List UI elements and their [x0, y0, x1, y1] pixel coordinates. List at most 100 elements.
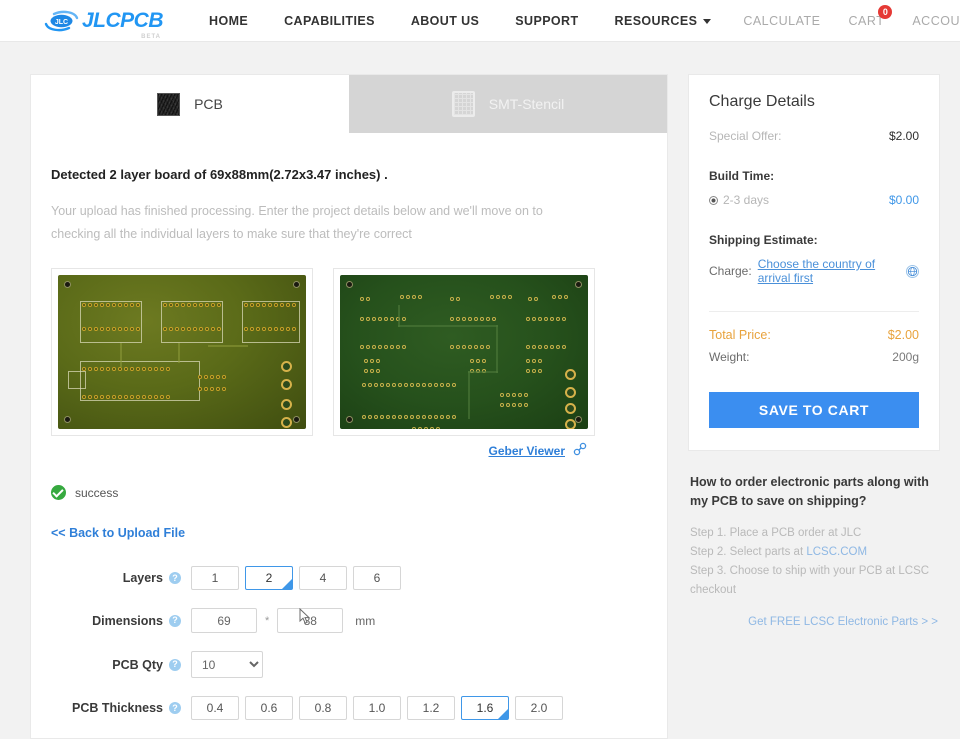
weight-label: Weight: — [709, 350, 749, 364]
pcb-preview-top[interactable] — [51, 268, 313, 436]
pcb-options-form: Layers ? 1 2 4 6 Dimensions ? — [51, 566, 639, 720]
order-type-tabs: PCB SMT-Stencil — [31, 75, 667, 133]
help-icon-layers[interactable]: ? — [169, 572, 181, 584]
help-icon-dimensions[interactable]: ? — [169, 615, 181, 627]
form-row-qty: PCB Qty ? 10 — [51, 651, 639, 678]
special-offer-row: Special Offer: $2.00 — [709, 129, 919, 143]
pcb-qty-select[interactable]: 10 — [191, 651, 263, 678]
layers-options: 1 2 4 6 — [191, 566, 401, 590]
thickness-option-1-0[interactable]: 1.0 — [353, 696, 401, 720]
promo-step-2: Step 2. Select parts at LCSC.COM — [690, 543, 938, 562]
build-time-option-label: 2-3 days — [723, 193, 769, 207]
layers-label-group: Layers ? — [51, 571, 191, 585]
promo-block: How to order electronic parts along with… — [688, 451, 940, 628]
layers-option-4[interactable]: 4 — [299, 566, 347, 590]
pcb-bottom-render — [340, 275, 588, 429]
thickness-label-group: PCB Thickness ? — [51, 701, 191, 715]
layers-option-6[interactable]: 6 — [353, 566, 401, 590]
brand-text: JLCPCB — [82, 9, 163, 33]
thickness-option-0-8[interactable]: 0.8 — [299, 696, 347, 720]
nav-item-support[interactable]: SUPPORT — [497, 14, 596, 28]
upload-description: Your upload has finished processing. Ent… — [51, 200, 561, 246]
nav-item-calculate[interactable]: CALCULATE — [729, 14, 834, 28]
radio-selected-icon — [709, 196, 718, 205]
thickness-option-2-0[interactable]: 2.0 — [515, 696, 563, 720]
layers-option-2[interactable]: 2 — [245, 566, 293, 590]
pcb-previews — [51, 268, 639, 436]
dimensions-label: Dimensions — [92, 614, 163, 628]
back-to-upload-link[interactable]: << Back to Upload File — [51, 526, 639, 540]
globe-icon[interactable] — [906, 265, 919, 278]
stencil-icon — [452, 91, 475, 117]
total-price-value: $2.00 — [888, 328, 919, 342]
lcsc-com-link[interactable]: LCSC.COM — [806, 546, 867, 558]
choose-country-link[interactable]: Choose the country of arrival first — [758, 257, 900, 285]
tab-pcb[interactable]: PCB — [31, 75, 349, 133]
dimension-width-input[interactable] — [191, 608, 257, 633]
nav-item-about-us[interactable]: ABOUT US — [393, 14, 497, 28]
total-price-label: Total Price: — [709, 328, 771, 342]
layers-option-1[interactable]: 1 — [191, 566, 239, 590]
qty-label-group: PCB Qty ? — [51, 658, 191, 672]
top-navbar: JLC JLCPCB BETA HOME CAPABILITIES ABOUT … — [0, 0, 960, 42]
thickness-options: 0.4 0.6 0.8 1.0 1.2 1.6 2.0 — [191, 696, 563, 720]
build-time-row: 2-3 days $0.00 — [709, 193, 919, 207]
detected-board-text: Detected 2 layer board of 69x88mm(2.72x3… — [51, 167, 639, 182]
main-content: Detected 2 layer board of 69x88mm(2.72x3… — [31, 133, 667, 720]
pcb-icon — [157, 93, 180, 116]
success-label: success — [75, 486, 118, 500]
thickness-option-0-6[interactable]: 0.6 — [245, 696, 293, 720]
check-circle-icon — [51, 485, 66, 500]
weight-value: 200g — [892, 350, 919, 364]
save-to-cart-button[interactable]: SAVE TO CART — [709, 392, 919, 428]
nav-links: HOME CAPABILITIES ABOUT US SUPPORT RESOU… — [191, 13, 960, 28]
dimension-unit: mm — [355, 614, 375, 628]
nav-item-resources[interactable]: RESOURCES — [597, 14, 730, 28]
build-time-label: Build Time: — [709, 169, 919, 183]
thickness-option-1-2[interactable]: 1.2 — [407, 696, 455, 720]
tab-smt-stencil[interactable]: SMT-Stencil — [349, 75, 667, 133]
build-time-option[interactable]: 2-3 days — [709, 193, 769, 207]
charge-divider — [709, 311, 919, 312]
upload-status: success — [51, 485, 639, 500]
pcb-preview-bottom[interactable] — [333, 268, 595, 436]
help-icon-qty[interactable]: ? — [169, 659, 181, 671]
main-panel: PCB SMT-Stencil Detected 2 layer board o… — [30, 74, 668, 739]
nav-item-capabilities[interactable]: CAPABILITIES — [266, 14, 393, 28]
geber-viewer-link[interactable]: Geber Viewer — [489, 444, 566, 458]
charge-details-title: Charge Details — [709, 93, 919, 111]
thickness-option-1-6[interactable]: 1.6 — [461, 696, 509, 720]
promo-title: How to order electronic parts along with… — [690, 473, 938, 512]
special-offer-value: $2.00 — [889, 129, 919, 143]
dimension-height-input[interactable] — [277, 608, 343, 633]
shipping-estimate-label: Shipping Estimate: — [709, 233, 919, 247]
link-icon[interactable] — [573, 442, 587, 459]
thickness-label: PCB Thickness — [72, 701, 163, 715]
promo-step-3: Step 3. Choose to ship with your PCB at … — [690, 562, 938, 600]
cart-count-badge: 0 — [878, 5, 892, 19]
sidebar: Charge Details Special Offer: $2.00 Buil… — [688, 74, 940, 628]
layers-label: Layers — [123, 571, 163, 585]
dimension-separator: * — [265, 615, 269, 627]
svg-text:JLC: JLC — [55, 19, 68, 26]
nav-item-home[interactable]: HOME — [191, 14, 266, 28]
thickness-option-0-4[interactable]: 0.4 — [191, 696, 239, 720]
weight-row: Weight: 200g — [709, 350, 919, 364]
build-time-price: $0.00 — [889, 193, 919, 207]
promo-step-1: Step 1. Place a PCB order at JLC — [690, 524, 938, 543]
shipping-charge-row: Charge: Choose the country of arrival fi… — [709, 257, 919, 285]
tab-pcb-label: PCB — [194, 96, 223, 112]
promo-step-2-text: Step 2. Select parts at — [690, 546, 806, 558]
page-body: PCB SMT-Stencil Detected 2 layer board o… — [0, 42, 960, 739]
form-row-dimensions: Dimensions ? * mm — [51, 608, 639, 633]
brand-logo[interactable]: JLC JLCPCB BETA — [44, 9, 163, 33]
free-parts-cta-link[interactable]: Get FREE LCSC Electronic Parts > > — [690, 616, 938, 628]
form-row-layers: Layers ? 1 2 4 6 — [51, 566, 639, 590]
form-row-thickness: PCB Thickness ? 0.4 0.6 0.8 1.0 1.2 1.6 … — [51, 696, 639, 720]
help-icon-thickness[interactable]: ? — [169, 702, 181, 714]
nav-item-cart[interactable]: CART 0 — [835, 13, 899, 28]
nav-item-account[interactable]: ACCOUNT — [898, 14, 960, 28]
total-price-row: Total Price: $2.00 — [709, 328, 919, 342]
geber-viewer-row: Geber Viewer — [51, 436, 595, 459]
charge-details-card: Charge Details Special Offer: $2.00 Buil… — [688, 74, 940, 451]
